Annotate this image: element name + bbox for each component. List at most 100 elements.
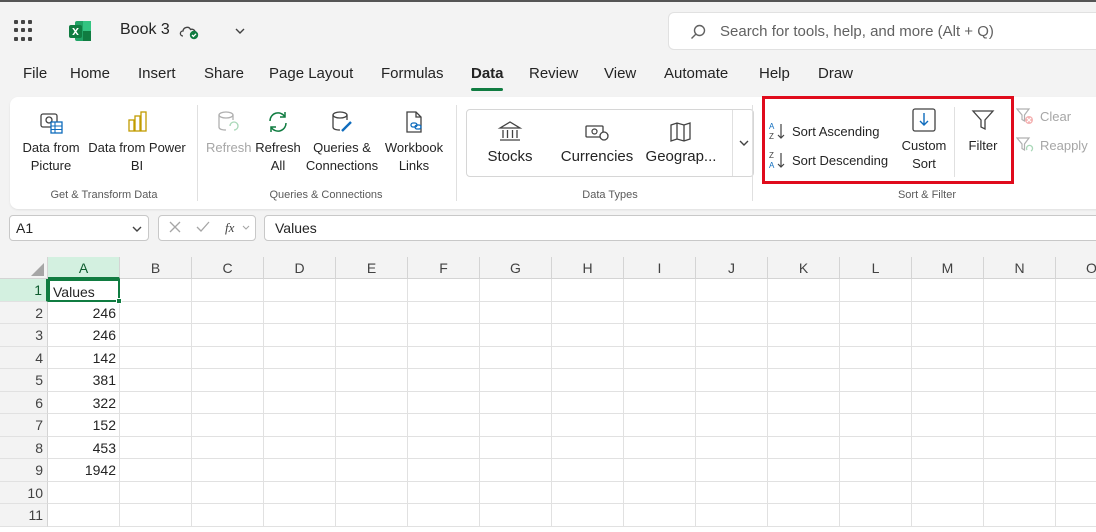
cell-d11[interactable]: [264, 504, 336, 527]
cell-f11[interactable]: [408, 504, 480, 527]
cell-j7[interactable]: [696, 414, 768, 437]
cell-n10[interactable]: [984, 481, 1056, 504]
row-header-2[interactable]: 2: [0, 301, 48, 324]
cell-k10[interactable]: [768, 481, 840, 504]
cell-i4[interactable]: [624, 346, 696, 369]
cell-l9[interactable]: [840, 459, 912, 482]
column-header-a[interactable]: A: [48, 257, 120, 279]
cell-g5[interactable]: [480, 369, 552, 392]
cell-g4[interactable]: [480, 346, 552, 369]
cell-c10[interactable]: [192, 481, 264, 504]
cell-m4[interactable]: [912, 346, 984, 369]
cell-h5[interactable]: [552, 369, 624, 392]
cell-c5[interactable]: [192, 369, 264, 392]
cell-n7[interactable]: [984, 414, 1056, 437]
cell-f5[interactable]: [408, 369, 480, 392]
tab-home[interactable]: Home: [70, 65, 110, 82]
column-header-d[interactable]: D: [264, 257, 336, 279]
cell-b10[interactable]: [120, 481, 192, 504]
cell-c6[interactable]: [192, 391, 264, 414]
cell-c3[interactable]: [192, 324, 264, 347]
tab-share[interactable]: Share: [204, 65, 244, 82]
row-header-4[interactable]: 4: [0, 346, 48, 369]
cell-h2[interactable]: [552, 301, 624, 324]
cell-b5[interactable]: [120, 369, 192, 392]
cell-k4[interactable]: [768, 346, 840, 369]
cell-c1[interactable]: [192, 279, 264, 302]
cell-k2[interactable]: [768, 301, 840, 324]
cell-a3[interactable]: 246: [48, 324, 120, 347]
cell-m5[interactable]: [912, 369, 984, 392]
cell-a1[interactable]: Values: [48, 279, 120, 302]
tab-data[interactable]: Data: [471, 65, 504, 82]
cell-i6[interactable]: [624, 391, 696, 414]
cell-a7[interactable]: 152: [48, 414, 120, 437]
cell-o9[interactable]: [1056, 459, 1096, 482]
cell-c8[interactable]: [192, 436, 264, 459]
cell-d4[interactable]: [264, 346, 336, 369]
cell-d2[interactable]: [264, 301, 336, 324]
cell-l1[interactable]: [840, 279, 912, 302]
stocks-button[interactable]: Stocks: [485, 120, 535, 165]
cell-e3[interactable]: [336, 324, 408, 347]
cell-d10[interactable]: [264, 481, 336, 504]
cell-h9[interactable]: [552, 459, 624, 482]
select-all-corner[interactable]: [0, 257, 48, 279]
cloud-saved-icon[interactable]: [178, 22, 200, 40]
data-from-picture-button[interactable]: Data from Picture: [18, 109, 84, 175]
cell-f8[interactable]: [408, 436, 480, 459]
cell-j8[interactable]: [696, 436, 768, 459]
cell-l3[interactable]: [840, 324, 912, 347]
cell-c7[interactable]: [192, 414, 264, 437]
cell-i9[interactable]: [624, 459, 696, 482]
cell-b7[interactable]: [120, 414, 192, 437]
column-header-j[interactable]: J: [696, 257, 768, 279]
formula-input[interactable]: Values: [264, 215, 1096, 241]
cell-h6[interactable]: [552, 391, 624, 414]
cell-n6[interactable]: [984, 391, 1056, 414]
row-header-3[interactable]: 3: [0, 324, 48, 347]
cell-i8[interactable]: [624, 436, 696, 459]
chevron-down-icon[interactable]: [130, 222, 144, 236]
cell-m9[interactable]: [912, 459, 984, 482]
cell-o4[interactable]: [1056, 347, 1096, 369]
cell-b9[interactable]: [120, 459, 192, 482]
cell-b1[interactable]: [120, 279, 192, 302]
row-header-7[interactable]: 7: [0, 414, 48, 437]
cell-e10[interactable]: [336, 481, 408, 504]
cell-l4[interactable]: [840, 346, 912, 369]
cell-j11[interactable]: [696, 504, 768, 527]
cell-e5[interactable]: [336, 369, 408, 392]
cell-k3[interactable]: [768, 324, 840, 347]
cell-a9[interactable]: 1942: [48, 459, 120, 482]
row-header-8[interactable]: 8: [0, 436, 48, 459]
cell-e2[interactable]: [336, 301, 408, 324]
cell-m8[interactable]: [912, 436, 984, 459]
refresh-button[interactable]: Refresh: [206, 109, 252, 157]
column-header-i[interactable]: I: [624, 257, 696, 279]
cell-k11[interactable]: [768, 504, 840, 527]
cell-g2[interactable]: [480, 301, 552, 324]
row-header-9[interactable]: 9: [0, 459, 48, 482]
cell-j2[interactable]: [696, 301, 768, 324]
cell-i5[interactable]: [624, 369, 696, 392]
cell-h3[interactable]: [552, 324, 624, 347]
cell-a11[interactable]: [48, 504, 120, 527]
cell-f6[interactable]: [408, 391, 480, 414]
cell-f2[interactable]: [408, 301, 480, 324]
cell-n4[interactable]: [984, 346, 1056, 369]
currencies-button[interactable]: Currencies: [559, 120, 635, 165]
cell-c9[interactable]: [192, 459, 264, 482]
cell-j9[interactable]: [696, 459, 768, 482]
cell-c11[interactable]: [192, 504, 264, 527]
cell-j1[interactable]: [696, 279, 768, 302]
column-header-h[interactable]: H: [552, 257, 624, 279]
data-types-more-button[interactable]: [732, 110, 754, 176]
cell-m7[interactable]: [912, 414, 984, 437]
refresh-all-button[interactable]: Refresh All: [254, 109, 302, 175]
tab-insert[interactable]: Insert: [138, 65, 176, 82]
cell-f9[interactable]: [408, 459, 480, 482]
cell-n5[interactable]: [984, 369, 1056, 392]
cell-l11[interactable]: [840, 504, 912, 527]
queries-connections-button[interactable]: Queries & Connections: [304, 109, 380, 175]
